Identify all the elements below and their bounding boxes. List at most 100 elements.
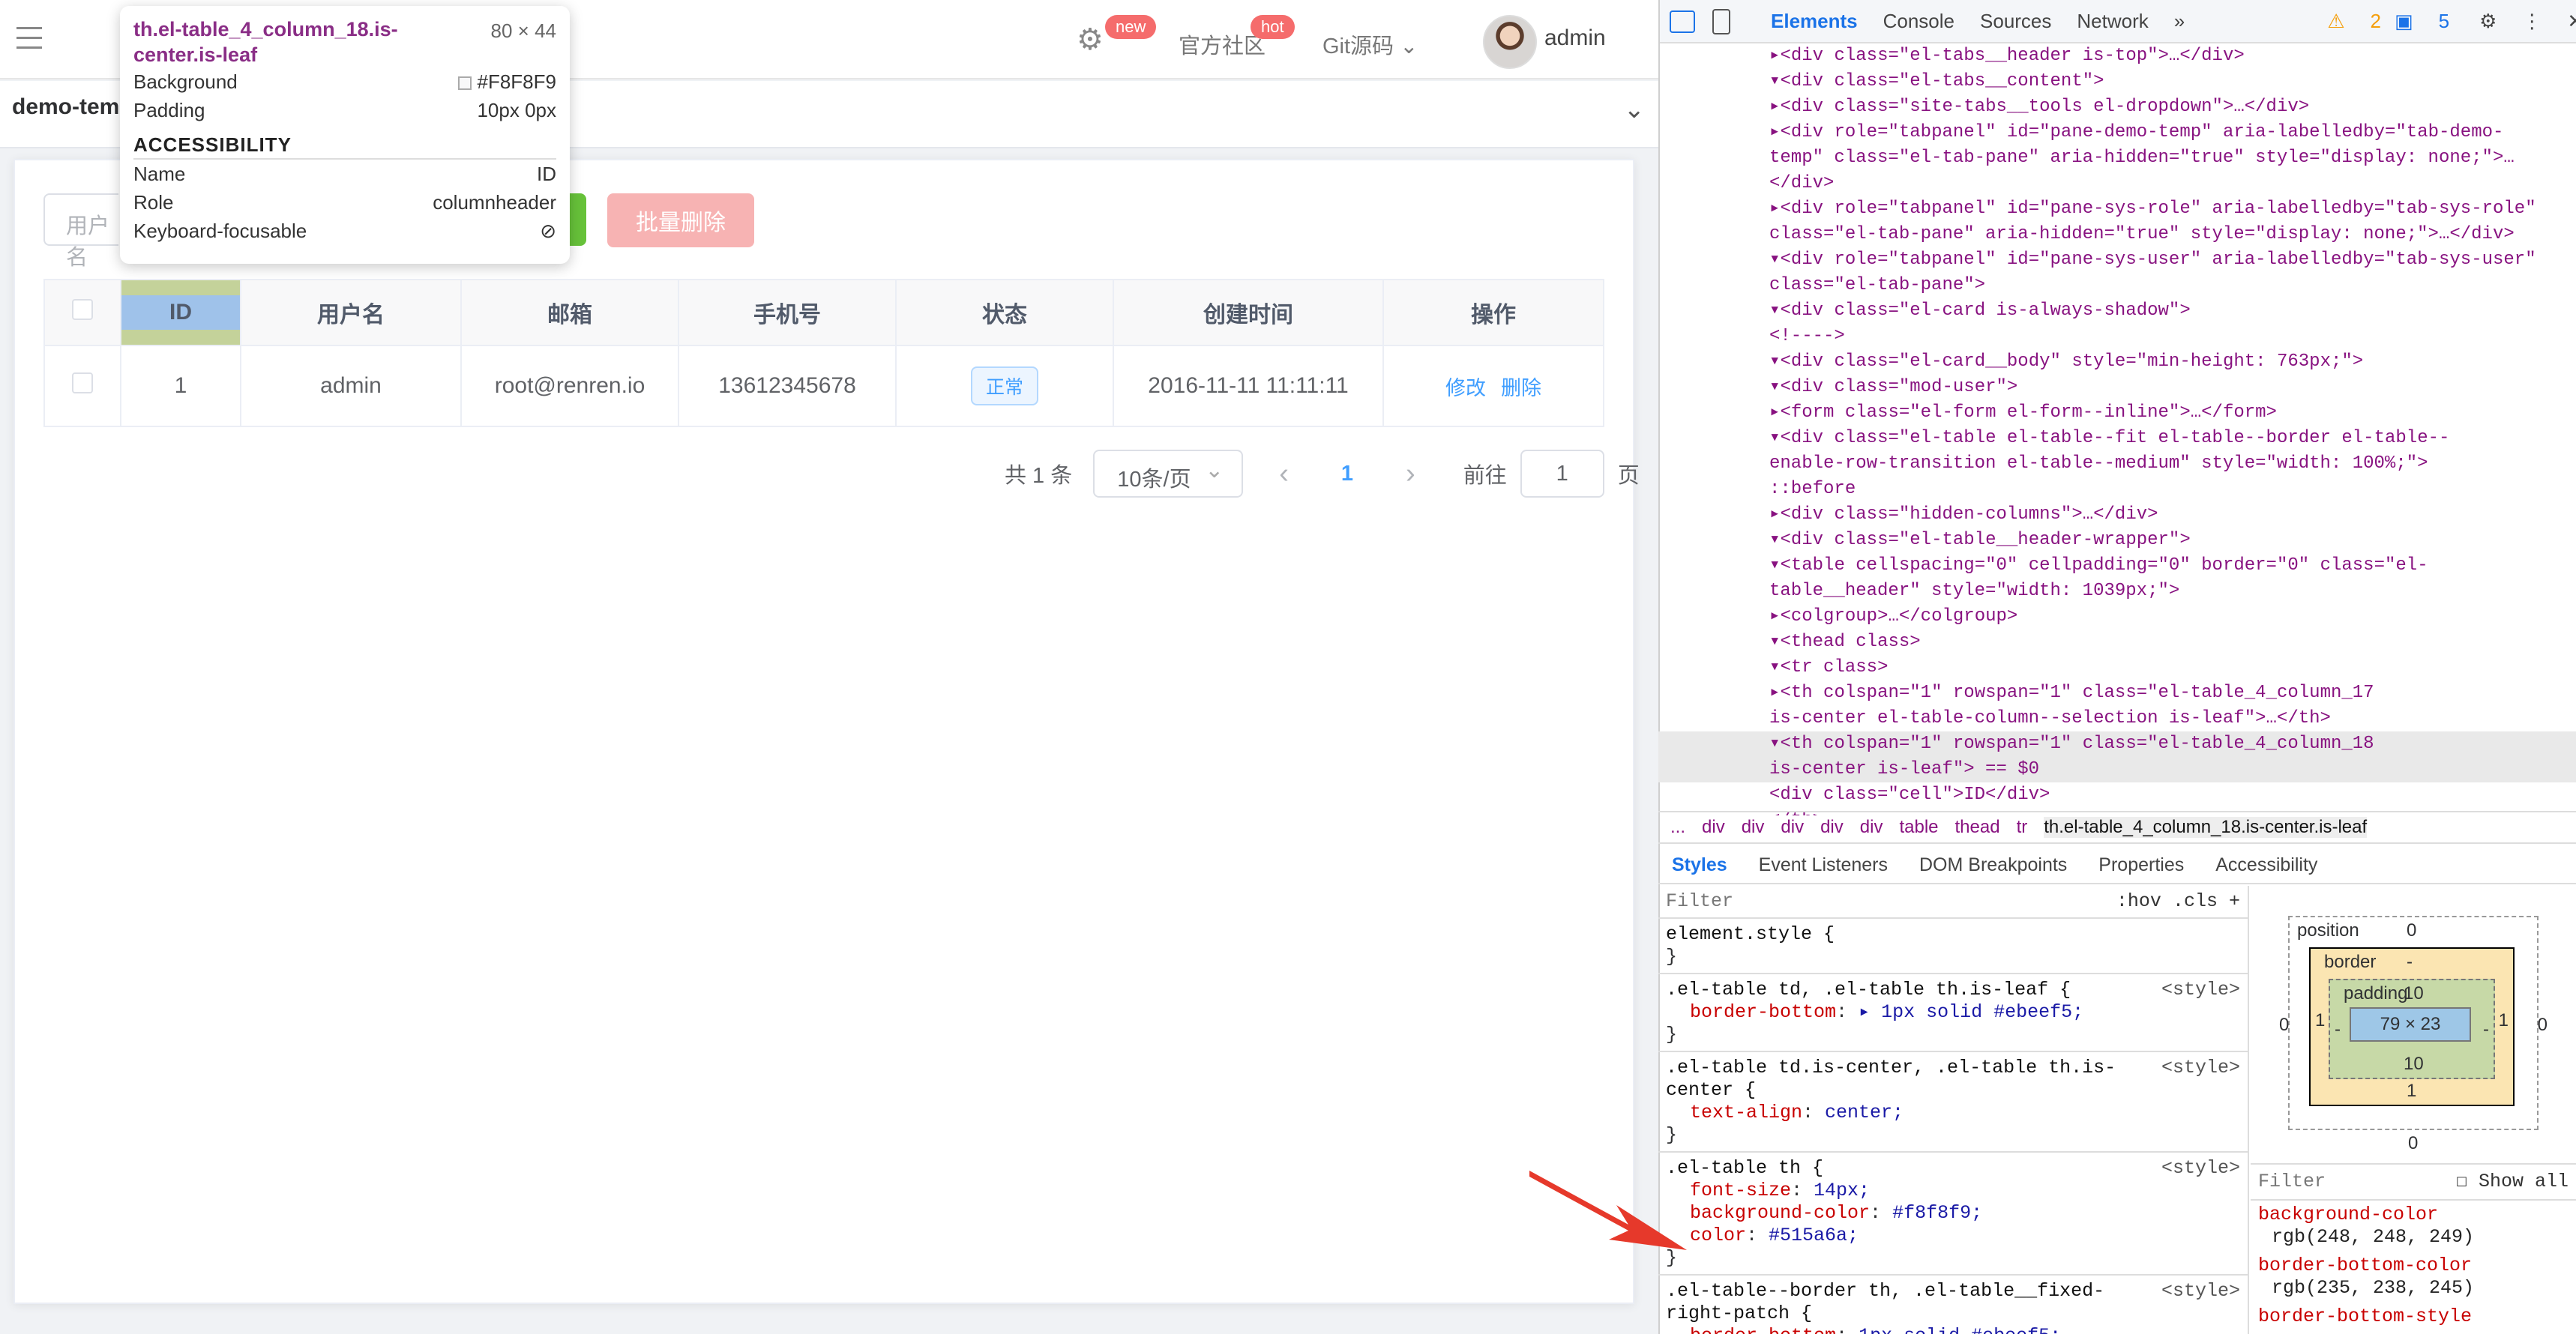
dom-line[interactable]: ▸<colgroup>…</colgroup>	[1658, 604, 2576, 630]
subtab-styles[interactable]: Styles	[1672, 854, 1727, 876]
dom-line[interactable]: ▾<div class="el-table el-table--fit el-t…	[1658, 426, 2576, 451]
tab-sources[interactable]: Sources	[1980, 10, 2051, 33]
device-toggle-icon[interactable]	[1712, 9, 1730, 34]
cls-toggle[interactable]: .cls	[2173, 890, 2218, 912]
dom-line[interactable]: ▾<div class="mod-user">	[1658, 375, 2576, 400]
style-property[interactable]: background-color	[1690, 1202, 1870, 1224]
breadcrumb-item[interactable]: div	[1860, 817, 1883, 838]
select-all-checkbox[interactable]	[72, 299, 93, 320]
style-value[interactable]: 14px;	[1814, 1180, 1870, 1201]
show-all-checkbox-icon[interactable]: ☐	[2456, 1171, 2467, 1192]
avatar[interactable]	[1483, 15, 1537, 69]
dom-line[interactable]: <!---->	[1658, 324, 2576, 349]
breadcrumb-item[interactable]: tr	[2017, 817, 2028, 838]
computed-prop-border-bottom-color[interactable]: border-bottom-color rgb(235, 238, 245)	[2251, 1252, 2576, 1303]
prev-page-icon[interactable]: ‹	[1279, 458, 1289, 490]
more-options-icon[interactable]: ⋮	[2522, 10, 2542, 33]
dom-line[interactable]: ▾<div class="el-card is-always-shadow">	[1658, 298, 2576, 324]
style-property[interactable]: text-align	[1690, 1102, 1802, 1123]
tab-console[interactable]: Console	[1883, 10, 1954, 33]
next-page-icon[interactable]: ›	[1406, 458, 1415, 490]
tab-demo-temp[interactable]: demo-temp	[12, 94, 133, 120]
dom-line[interactable]: ::before	[1658, 477, 2576, 502]
breadcrumb-item[interactable]: div	[1702, 817, 1725, 838]
style-property[interactable]: border-bottom	[1690, 1325, 1836, 1334]
style-origin[interactable]: <style>	[2161, 1057, 2240, 1079]
dom-line[interactable]: <div class="cell">ID</div>	[1658, 782, 2576, 808]
dom-line[interactable]: ▸<div role="tabpanel" id="pane-sys-role"…	[1658, 196, 2576, 222]
style-value[interactable]: #f8f8f9;	[1892, 1202, 1982, 1224]
dom-line[interactable]: ▾<tr class>	[1658, 655, 2576, 680]
tab-elements[interactable]: Elements	[1771, 10, 1858, 33]
dom-line[interactable]: table__header" style="width: 1039px;">	[1658, 579, 2576, 604]
dom-line[interactable]: enable-row-transition el-table--medium" …	[1658, 451, 2576, 477]
styles-filter-input[interactable]: Filter	[1666, 890, 1733, 912]
warnings-icon[interactable]: ⚠ 2	[2327, 10, 2381, 33]
style-property[interactable]: font-size	[1690, 1180, 1791, 1201]
dom-line[interactable]: ▾<div role="tabpanel" id="pane-sys-user"…	[1658, 247, 2576, 273]
settings-icon[interactable]: ⚙	[2479, 10, 2497, 33]
style-origin[interactable]: <style>	[2161, 979, 2240, 1001]
style-origin[interactable]: <style>	[2161, 1280, 2240, 1303]
admin-username[interactable]: admin	[1544, 25, 1606, 51]
git-source-dropdown[interactable]: Git源码 ⌄	[1322, 28, 1418, 60]
dom-line[interactable]: ▸<form class="el-form el-form--inline">……	[1658, 400, 2576, 426]
breadcrumb-item-selected[interactable]: th.el-table_4_column_18.is-center.is-lea…	[2044, 817, 2368, 838]
goto-page-input[interactable]: 1	[1520, 450, 1604, 498]
dom-line[interactable]: </div>	[1658, 171, 2576, 196]
breadcrumb-item[interactable]: table	[1899, 817, 1938, 838]
hov-toggle[interactable]: :hov	[2116, 890, 2161, 912]
breadcrumb-item[interactable]: div	[1742, 817, 1765, 838]
add-style-icon[interactable]: +	[2229, 890, 2240, 912]
dom-line[interactable]: temp" class="el-tab-pane" aria-hidden="t…	[1658, 145, 2576, 171]
computed-prop-background-color[interactable]: background-color rgb(248, 248, 249)	[2251, 1201, 2576, 1252]
subtab-properties[interactable]: Properties	[2098, 854, 2184, 876]
subtab-dom-breakpoints[interactable]: DOM Breakpoints	[1919, 854, 2067, 876]
dom-line[interactable]: ▾<div class="el-tabs__content">	[1658, 69, 2576, 94]
page-number[interactable]: 1	[1341, 462, 1353, 486]
select-all-cell[interactable]	[43, 279, 121, 346]
dom-line[interactable]: ▸<div class="hidden-columns">…</div>	[1658, 502, 2576, 528]
breadcrumb-item[interactable]: div	[1781, 817, 1804, 838]
breadcrumb-item[interactable]: thead	[1955, 817, 2000, 838]
menu-toggle-icon[interactable]	[16, 27, 46, 54]
style-value[interactable]: ▸ 1px solid #ebeef5;	[1859, 1001, 2083, 1023]
subtab-accessibility[interactable]: Accessibility	[2215, 854, 2317, 876]
dom-line[interactable]: ▸<div class="el-tabs__header is-top">…</…	[1658, 43, 2576, 69]
dom-line[interactable]: class="el-tab-pane" aria-hidden="true" s…	[1658, 222, 2576, 247]
dom-line[interactable]: ▸<th colspan="1" rowspan="1" class="el-t…	[1658, 680, 2576, 706]
messages-icon[interactable]: ▣ 5	[2395, 10, 2449, 33]
computed-filter-input[interactable]: Filter	[2258, 1171, 2326, 1192]
tabs-dropdown-chevron-icon[interactable]: ⌄	[1624, 94, 1646, 124]
dom-line[interactable]: ▸<div class="site-tabs__tools el-dropdow…	[1658, 94, 2576, 120]
element-selector-icon[interactable]	[1670, 10, 1695, 33]
dom-line[interactable]: class="el-tab-pane">	[1658, 273, 2576, 298]
username-search-input[interactable]: 用户名	[43, 193, 118, 270]
dom-line[interactable]: ▸<div role="tabpanel" id="pane-demo-temp…	[1658, 120, 2576, 145]
dom-line[interactable]: is-center el-table-column--selection is-…	[1658, 706, 2576, 731]
dom-line[interactable]: ▾<div class="el-table__header-wrapper">	[1658, 528, 2576, 553]
row-select-cell[interactable]	[43, 345, 121, 427]
dom-line-selected[interactable]: is-center is-leaf"> == $0	[1658, 757, 2576, 782]
page-size-select[interactable]: 10条/页	[1093, 450, 1244, 498]
dom-line[interactable]: ▾<thead class>	[1658, 630, 2576, 655]
breadcrumb-item[interactable]: ...	[1670, 817, 1685, 838]
dom-line[interactable]: ▾<table cellspacing="0" cellpadding="0" …	[1658, 553, 2576, 579]
tab-network[interactable]: Network	[2077, 10, 2148, 33]
style-value[interactable]: #515a6a;	[1769, 1225, 1859, 1246]
subtab-event-listeners[interactable]: Event Listeners	[1759, 854, 1888, 876]
style-value[interactable]: 1px solid #ebeef5;	[1859, 1325, 2061, 1334]
edit-button[interactable]: 修改	[1445, 377, 1486, 399]
breadcrumb-item[interactable]: div	[1820, 817, 1844, 838]
style-property[interactable]: border-bottom	[1690, 1001, 1836, 1023]
dom-line-selected[interactable]: ▾<th colspan="1" rowspan="1" class="el-t…	[1658, 731, 2576, 757]
close-icon[interactable]: ✕	[2567, 10, 2576, 33]
computed-prop-border-bottom-style[interactable]: border-bottom-style	[2251, 1303, 2576, 1331]
more-tabs-icon[interactable]: »	[2174, 10, 2185, 33]
style-property[interactable]: color	[1690, 1225, 1746, 1246]
row-checkbox[interactable]	[72, 372, 93, 393]
style-origin[interactable]: <style>	[2161, 1157, 2240, 1180]
dom-line[interactable]: ▾<div class="el-card__body" style="min-h…	[1658, 349, 2576, 375]
delete-button[interactable]: 删除	[1501, 377, 1541, 399]
batch-delete-button[interactable]: 批量删除	[607, 193, 754, 247]
